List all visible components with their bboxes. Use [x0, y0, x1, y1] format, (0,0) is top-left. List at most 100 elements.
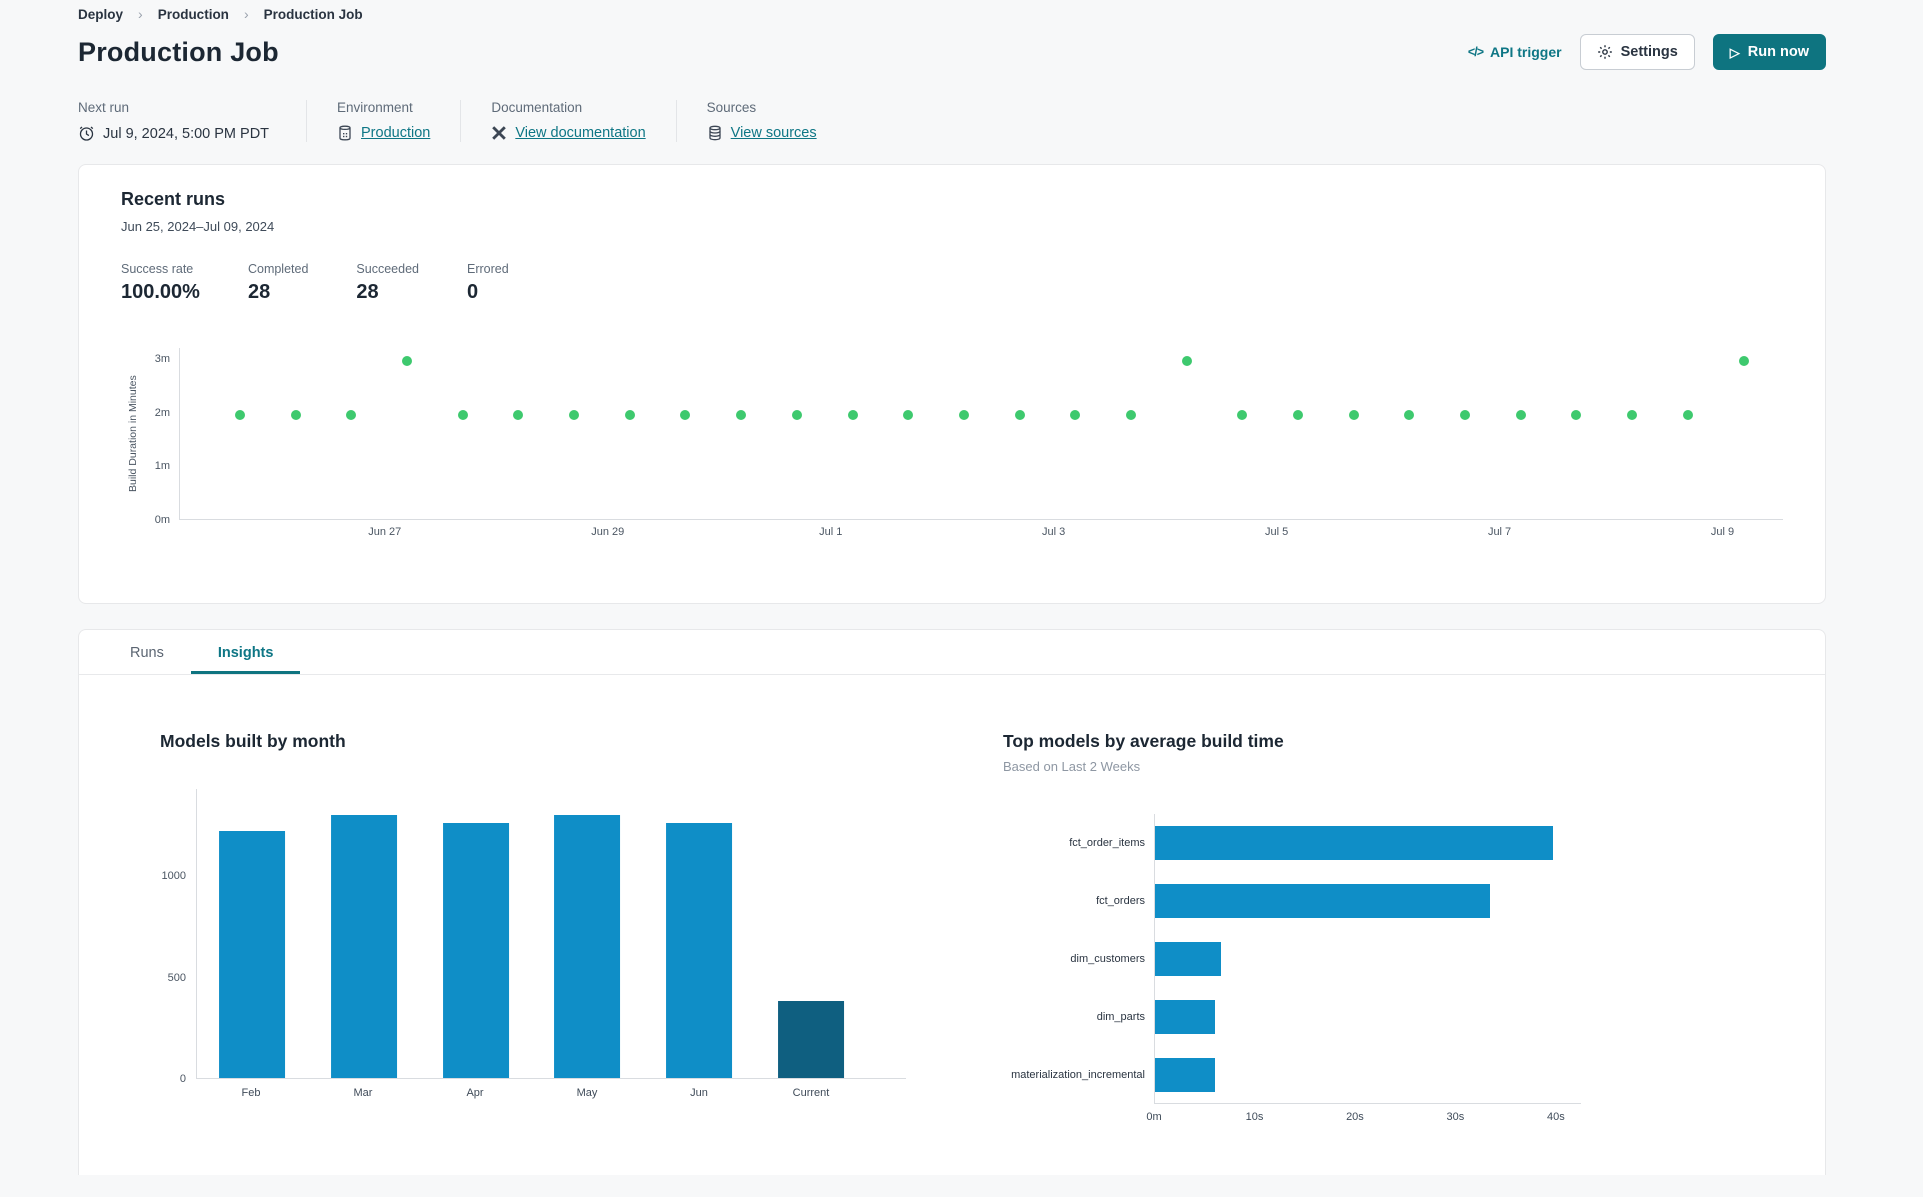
database-icon — [707, 125, 723, 141]
api-trigger-link[interactable]: </> API trigger — [1468, 44, 1562, 60]
next-run-label: Next run — [78, 100, 130, 115]
tab-runs[interactable]: Runs — [103, 630, 191, 674]
run-dot[interactable] — [1014, 409, 1025, 420]
top-models-xticks: 0m 10s 20s 30s 40s — [1146, 1111, 1581, 1131]
x-tick-label: 40s — [1547, 1111, 1565, 1123]
insights-panel: Models built by month 0 500 1000 Feb Mar Apr… — [79, 675, 1825, 1131]
run-dot[interactable] — [847, 409, 858, 420]
month-bar[interactable] — [330, 815, 397, 1078]
run-dot[interactable] — [1070, 409, 1081, 420]
run-now-button[interactable]: ▷ Run now — [1712, 34, 1826, 70]
run-dot[interactable] — [791, 409, 802, 420]
month-bar[interactable] — [666, 823, 733, 1078]
run-dot[interactable] — [457, 409, 468, 420]
x-tick-label: 10s — [1245, 1111, 1264, 1123]
environment-label: Environment — [337, 100, 413, 115]
run-dot[interactable] — [680, 409, 691, 420]
model-bar[interactable] — [1155, 1000, 1216, 1034]
gear-icon — [1597, 44, 1613, 60]
model-bar[interactable] — [1155, 1058, 1216, 1092]
run-dot[interactable] — [903, 409, 914, 420]
models-built-plot — [196, 789, 906, 1079]
run-dot[interactable] — [1237, 409, 1248, 420]
model-bar[interactable] — [1155, 826, 1553, 860]
run-dot[interactable] — [346, 409, 357, 420]
x-tick-label: 20s — [1346, 1111, 1364, 1123]
run-dot[interactable] — [234, 409, 245, 420]
production-job-page: Deploy › Production › Production Job Pro… — [0, 0, 1923, 1175]
dbt-docs-icon — [491, 125, 507, 141]
run-dot[interactable] — [1627, 409, 1638, 420]
settings-button[interactable]: Settings — [1579, 34, 1695, 70]
model-bar[interactable] — [1155, 884, 1490, 918]
run-dot[interactable] — [1738, 356, 1749, 367]
model-label: dim_customers — [1070, 953, 1145, 965]
y-tick-label: 0 — [179, 1073, 186, 1085]
run-dot[interactable] — [1348, 409, 1359, 420]
breadcrumb-deploy[interactable]: Deploy — [78, 7, 123, 22]
run-dot[interactable] — [1125, 409, 1136, 420]
run-dot[interactable] — [1682, 409, 1693, 420]
next-run-value: Jul 9, 2024, 5:00 PM PDT — [103, 125, 270, 142]
chevron-right-icon: › — [138, 6, 143, 22]
run-dot[interactable] — [958, 409, 969, 420]
tab-insights[interactable]: Insights — [191, 630, 301, 674]
build-duration-yticks: 0m 1m 2m 3m — [145, 348, 179, 526]
stat-value: 28 — [356, 281, 379, 303]
build-duration-ylabel: Build Duration in Minutes — [127, 375, 139, 493]
models-built-categories: Feb Mar Apr May Jun Current — [196, 1087, 906, 1107]
stat-value: 28 — [247, 281, 271, 303]
models-built-chart: Models built by month 0 500 1000 Feb Mar Apr… — [160, 731, 906, 1131]
y-tick-label: 500 — [167, 971, 186, 984]
sources-label: Sources — [706, 100, 757, 115]
x-tick-label: Jun 27 — [368, 526, 402, 538]
build-duration-plot — [179, 348, 1783, 520]
page-title: Production Job — [78, 36, 279, 67]
run-dot[interactable] — [402, 356, 413, 367]
run-dot[interactable] — [513, 409, 524, 420]
run-dot[interactable] — [290, 409, 301, 420]
run-dot[interactable] — [1571, 409, 1582, 420]
top-models-labels: fct_order_items fct_orders dim_customers di… — [1003, 814, 1154, 1104]
category-label: Jun — [690, 1087, 708, 1099]
environment-icon — [337, 125, 353, 141]
chevron-right-icon: › — [243, 6, 249, 22]
run-dot[interactable] — [1293, 409, 1304, 420]
run-dot[interactable] — [736, 409, 747, 420]
month-bar[interactable] — [554, 815, 621, 1078]
page-header: Production Job </> API trigger Settings … — [78, 34, 1826, 70]
run-dot[interactable] — [1515, 409, 1526, 420]
view-documentation-link[interactable]: View documentation — [515, 125, 645, 141]
sources-column: Sources View sources — [675, 100, 847, 142]
top-models-subtitle: Based on Last 2 Weeks — [1003, 759, 1141, 774]
model-bar[interactable] — [1155, 942, 1222, 976]
breadcrumb-production[interactable]: Production — [158, 7, 229, 22]
view-sources-link[interactable]: View sources — [731, 125, 817, 141]
recent-runs-stats: Success rate 100.00% Completed 28 Succee… — [121, 262, 1783, 304]
run-dot[interactable] — [1404, 409, 1415, 420]
month-bar[interactable] — [218, 831, 285, 1078]
category-label: Current — [792, 1087, 830, 1099]
month-bar[interactable] — [778, 1001, 845, 1078]
stat-label: Success rate — [121, 262, 194, 276]
y-tick-label: 2m — [154, 406, 170, 419]
documentation-column: Documentation View documentation — [460, 100, 675, 142]
x-tick-label: Jul 7 — [1487, 526, 1512, 538]
next-run-column: Next run Jul 9, 2024, 5:00 PM PDT — [78, 100, 306, 142]
environment-link[interactable]: Production — [361, 125, 430, 141]
run-dot[interactable] — [569, 409, 580, 420]
month-bar[interactable] — [442, 823, 509, 1078]
run-dot[interactable] — [624, 409, 635, 420]
run-now-label: Run now — [1747, 44, 1809, 60]
stat-label: Completed — [247, 262, 309, 276]
stat-value: 100.00% — [121, 281, 200, 303]
run-dot[interactable] — [1460, 409, 1471, 420]
stat-label: Errored — [466, 262, 509, 276]
models-built-yticks: 0 500 1000 — [160, 789, 196, 1085]
job-detail-card: Runs Insights Models built by month 0 500… — [78, 629, 1826, 1175]
stat-succeeded: Succeeded 28 — [356, 262, 419, 304]
stat-success-rate: Success rate 100.00% — [121, 262, 200, 304]
tab-bar: Runs Insights — [79, 630, 1825, 675]
top-models-plot — [1154, 814, 1581, 1104]
run-dot[interactable] — [1181, 356, 1192, 367]
